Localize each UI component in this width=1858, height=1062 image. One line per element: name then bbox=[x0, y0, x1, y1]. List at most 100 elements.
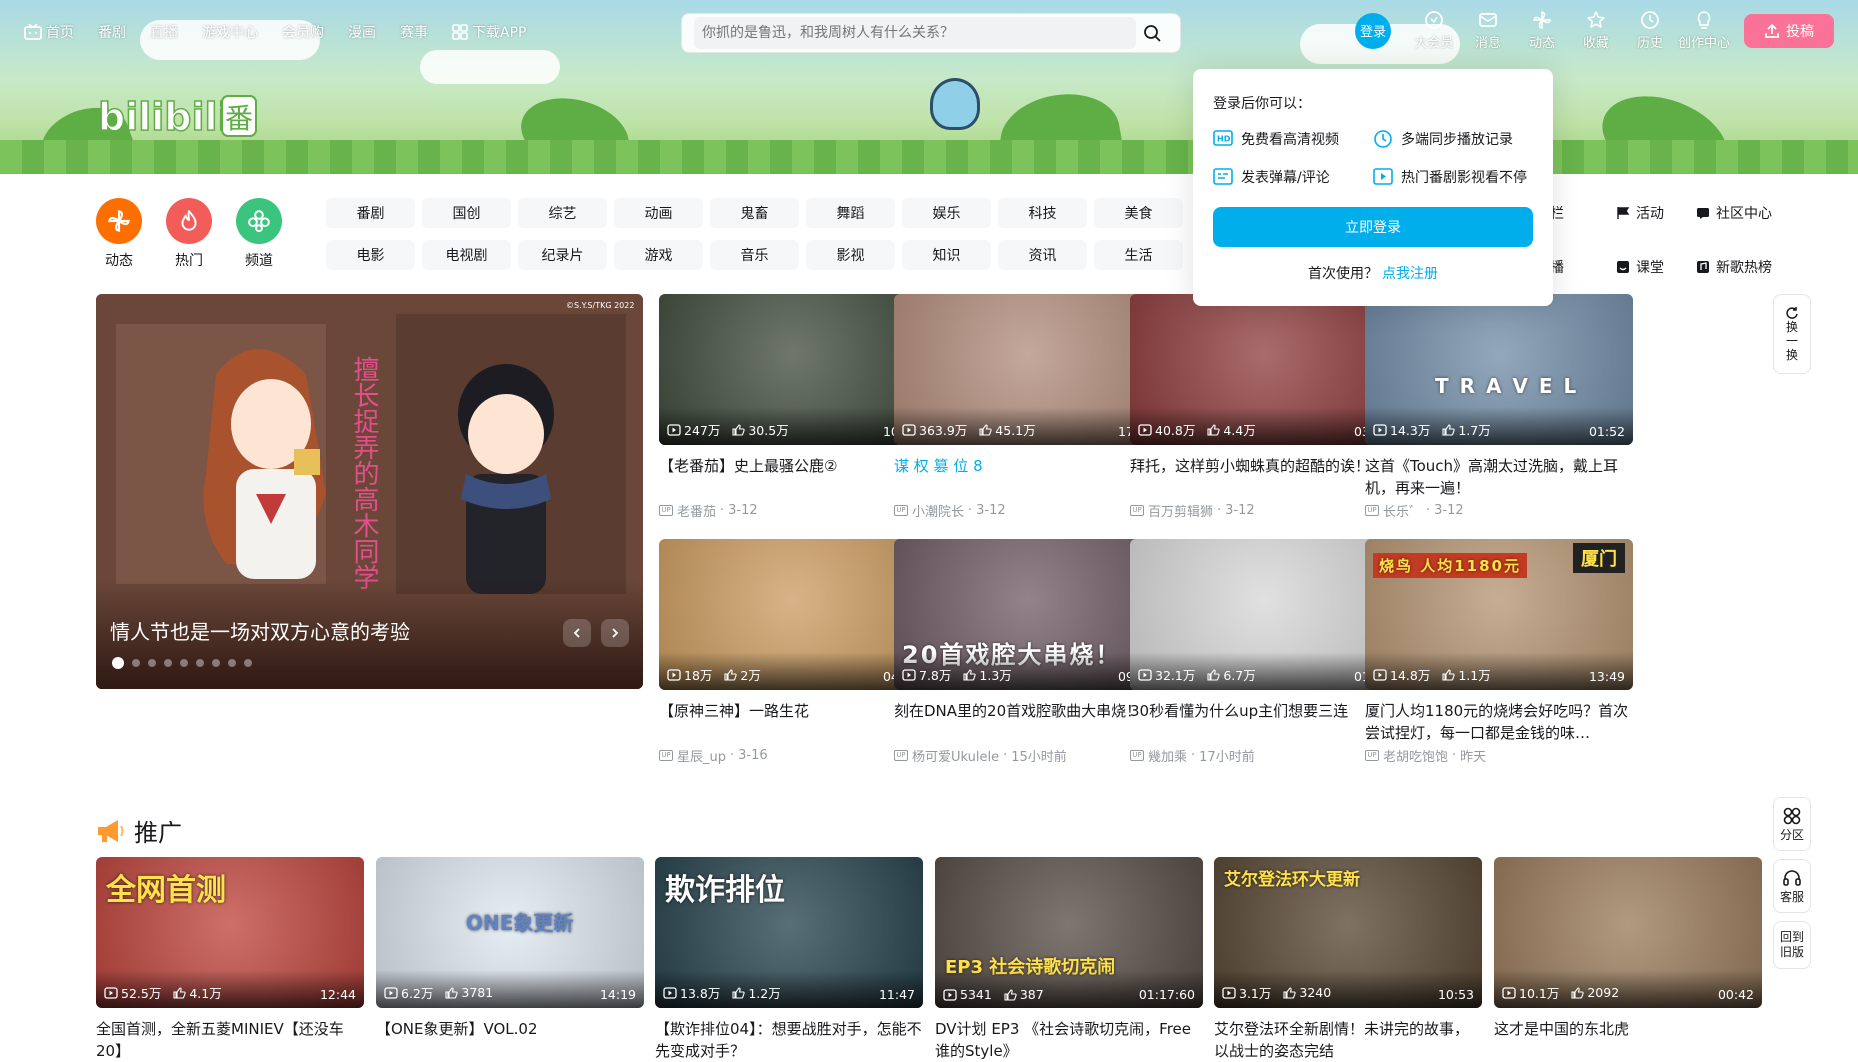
video-thumbnail[interactable]: ONE象更新 6.2万 3781 14:19 bbox=[376, 857, 644, 1008]
video-thumbnail[interactable]: 10.1万 2092 00:42 bbox=[1494, 857, 1762, 1008]
video-title[interactable]: 全国首测，全新五菱MINIEV【还没车20】 bbox=[96, 1018, 364, 1062]
channel-hot[interactable]: 热门 bbox=[166, 198, 212, 270]
video-thumbnail[interactable]: T R A V E L 14.3万 1.7万 01:52 bbox=[1365, 294, 1633, 445]
channel-tag[interactable]: 科技 bbox=[998, 198, 1087, 228]
video-author[interactable]: 小潮院长 bbox=[912, 501, 964, 520]
video-card[interactable]: 32.1万6.7万01:5830秒看懂为什么up主们想要三连UP幾加乘·17小时… bbox=[1130, 539, 1398, 765]
hero-carousel[interactable]: 擅长捉弄的高木同学 ©S.Y.S/TKG 2022 情人节也是一场对双方心意的考… bbox=[96, 294, 643, 689]
carousel-dot[interactable] bbox=[148, 659, 156, 667]
nav-game-center[interactable]: 游戏中心 bbox=[202, 22, 258, 42]
video-thumbnail[interactable]: 欺诈排位 13.8万 1.2万 11:47 bbox=[655, 857, 923, 1008]
video-thumbnail[interactable]: 32.1万6.7万01:58 bbox=[1130, 539, 1398, 690]
video-title[interactable]: 艾尔登法环全新剧情！未讲完的故事，以战士的姿态完结 bbox=[1214, 1018, 1482, 1062]
carousel-title[interactable]: 情人节也是一场对双方心意的考验 bbox=[110, 616, 410, 645]
promo-card[interactable]: 欺诈排位 13.8万 1.2万 11:47 【欺诈排位04】：想要战胜对手，怎能不先变成… bbox=[655, 857, 923, 1062]
channel-tag[interactable]: 舞蹈 bbox=[806, 198, 895, 228]
video-card[interactable]: 247万30.5万10:08【老番茄】史上最骚公鹿②UP老番茄·3-12 bbox=[659, 294, 927, 520]
video-title[interactable]: 【欺诈排位04】：想要战胜对手，怎能不先变成对手？ bbox=[655, 1018, 923, 1062]
extra-music-chart[interactable]: 新歌热榜 bbox=[1696, 252, 1806, 282]
channel-tag[interactable]: 综艺 bbox=[518, 198, 607, 228]
video-thumbnail[interactable]: EP3 社会诗歌切克闹 5341 387 01:17:60 bbox=[935, 857, 1203, 1008]
video-card[interactable]: 烧鸟 人均1180元 厦门 14.8万 1.1万 13:49 厦门人均1180元的烧烤会好… bbox=[1365, 539, 1633, 765]
carousel-next-button[interactable] bbox=[601, 619, 629, 647]
video-author[interactable]: 星辰_up bbox=[677, 746, 726, 765]
video-thumbnail[interactable]: 18万2万04:10 bbox=[659, 539, 927, 690]
nav-favorites[interactable]: 收藏 bbox=[1569, 10, 1623, 51]
video-author[interactable]: 幾加乘 bbox=[1148, 746, 1187, 765]
carousel-dot[interactable] bbox=[132, 659, 140, 667]
channel-tag[interactable]: 美食 bbox=[1094, 198, 1183, 228]
old-version-button[interactable]: 回到 旧版 bbox=[1773, 921, 1811, 969]
video-thumbnail[interactable]: 艾尔登法环大更新 3.1万 3240 10:53 bbox=[1214, 857, 1482, 1008]
nav-live[interactable]: 直播 bbox=[150, 22, 178, 42]
channel-dynamics[interactable]: 动态 bbox=[96, 198, 142, 270]
login-now-button[interactable]: 立即登录 bbox=[1213, 207, 1533, 247]
video-author[interactable]: 杨可爱Ukulele bbox=[912, 746, 999, 765]
carousel-dot[interactable] bbox=[244, 659, 252, 667]
refresh-button[interactable]: 换 一 换 bbox=[1773, 294, 1811, 374]
video-title[interactable]: 刻在DNA里的20首戏腔歌曲大串烧！ bbox=[894, 700, 1162, 744]
carousel-dot[interactable] bbox=[196, 659, 204, 667]
category-button[interactable]: 分区 bbox=[1773, 797, 1811, 851]
carousel-dot[interactable] bbox=[212, 659, 220, 667]
channel-tag[interactable]: 游戏 bbox=[614, 240, 703, 270]
video-title[interactable]: 谋 权 篡 位 8 bbox=[894, 455, 1162, 499]
video-title[interactable]: 这首《Touch》高潮太过洗脑，戴上耳机，再来一遍！ bbox=[1365, 455, 1633, 499]
login-avatar[interactable]: 登录 bbox=[1355, 12, 1391, 49]
channel-tag[interactable]: 国创 bbox=[422, 198, 511, 228]
nav-messages[interactable]: 消息 bbox=[1461, 10, 1515, 51]
video-thumbnail[interactable]: 20首戏腔大串烧！7.8万1.3万09:51 bbox=[894, 539, 1162, 690]
video-card[interactable]: 363.9万45.1万17:49谋 权 篡 位 8UP小潮院长·3-12 bbox=[894, 294, 1162, 520]
carousel-dot[interactable] bbox=[164, 659, 172, 667]
video-author[interactable]: 长乐゛ bbox=[1383, 501, 1422, 520]
extra-activity[interactable]: 活动 bbox=[1616, 198, 1696, 228]
channel-tag[interactable]: 音乐 bbox=[710, 240, 799, 270]
channel-tag[interactable]: 娱乐 bbox=[902, 198, 991, 228]
register-link[interactable]: 点我注册 bbox=[1382, 266, 1438, 282]
channel-tag[interactable]: 电影 bbox=[326, 240, 415, 270]
carousel-dot[interactable] bbox=[180, 659, 188, 667]
video-title[interactable]: DV计划 EP3 《社会诗歌切克闹，Free谁的Style》 bbox=[935, 1018, 1203, 1062]
video-title[interactable]: 这才是中国的东北虎 bbox=[1494, 1018, 1762, 1062]
video-title[interactable]: 【原神三神】一路生花 bbox=[659, 700, 927, 744]
bilibili-logo[interactable]: bilibili 番 bbox=[98, 86, 258, 146]
nav-vip[interactable]: 大会员 bbox=[1407, 10, 1461, 51]
video-title[interactable]: 【老番茄】史上最骚公鹿② bbox=[659, 455, 927, 499]
promo-card[interactable]: ONE象更新 6.2万 3781 14:19 【ONE象更新】VOL.02 bbox=[376, 857, 644, 1062]
search-input[interactable] bbox=[694, 17, 1136, 49]
video-thumbnail[interactable]: 烧鸟 人均1180元 厦门 14.8万 1.1万 13:49 bbox=[1365, 539, 1633, 690]
channel-tag[interactable]: 纪录片 bbox=[518, 240, 607, 270]
promo-card[interactable]: 全网首测 52.5万 4.1万 12:44 全国首测，全新五菱MINIEV【还没车20】 bbox=[96, 857, 364, 1062]
nav-home[interactable]: 首页 bbox=[24, 22, 74, 42]
channel-tag[interactable]: 影视 bbox=[806, 240, 895, 270]
video-card[interactable]: 18万2万04:10【原神三神】一路生花UP星辰_up·3-16 bbox=[659, 539, 927, 765]
nav-history[interactable]: 历史 bbox=[1623, 10, 1677, 51]
channel-tag[interactable]: 生活 bbox=[1094, 240, 1183, 270]
video-card[interactable]: 20首戏腔大串烧！7.8万1.3万09:51 刻在DNA里的20首戏腔歌曲大串烧！… bbox=[894, 539, 1162, 765]
nav-dynamics[interactable]: 动态 bbox=[1515, 10, 1569, 51]
video-thumbnail[interactable]: 40.8万4.4万03:37 bbox=[1130, 294, 1398, 445]
video-author[interactable]: 百万剪辑狮 bbox=[1148, 501, 1213, 520]
video-title[interactable]: 【ONE象更新】VOL.02 bbox=[376, 1018, 644, 1062]
promo-card[interactable]: 艾尔登法环大更新 3.1万 3240 10:53 艾尔登法环全新剧情！未讲完的故事，以战… bbox=[1214, 857, 1482, 1062]
extra-classroom[interactable]: 课堂 bbox=[1616, 252, 1696, 282]
nav-esports[interactable]: 赛事 bbox=[400, 22, 428, 42]
video-title[interactable]: 拜托，这样剪小蜘蛛真的超酷的诶！ bbox=[1130, 455, 1398, 499]
promo-card[interactable]: EP3 社会诗歌切克闹 5341 387 01:17:60 DV计划 EP3 《社会诗歌… bbox=[935, 857, 1203, 1062]
nav-download-app[interactable]: 下载APP bbox=[452, 22, 526, 42]
extra-community[interactable]: 社区中心 bbox=[1696, 198, 1806, 228]
video-thumbnail[interactable]: 全网首测 52.5万 4.1万 12:44 bbox=[96, 857, 364, 1008]
channel-tag[interactable]: 番剧 bbox=[326, 198, 415, 228]
search-button[interactable] bbox=[1136, 17, 1168, 49]
video-title[interactable]: 厦门人均1180元的烧烤会好吃吗？首次尝试捏灯，每一口都是金钱的味… bbox=[1365, 700, 1633, 744]
upload-button[interactable]: 投稿 bbox=[1744, 14, 1834, 48]
video-thumbnail[interactable]: 363.9万45.1万17:49 bbox=[894, 294, 1162, 445]
channel-tag[interactable]: 鬼畜 bbox=[710, 198, 799, 228]
channel-tag[interactable]: 知识 bbox=[902, 240, 991, 270]
nav-member-shop[interactable]: 会员购 bbox=[282, 22, 324, 42]
channel-tag[interactable]: 动画 bbox=[614, 198, 703, 228]
channel-channels[interactable]: 频道 bbox=[236, 198, 282, 270]
video-card[interactable]: T R A V E L 14.3万 1.7万 01:52 这首《Touch》高潮太过洗脑… bbox=[1365, 294, 1633, 520]
channel-tag[interactable]: 资讯 bbox=[998, 240, 1087, 270]
customer-service-button[interactable]: 客服 bbox=[1773, 859, 1811, 913]
